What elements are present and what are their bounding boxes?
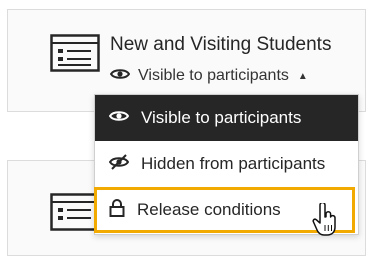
- eye-icon: [109, 67, 131, 86]
- menu-item-label: Release conditions: [137, 200, 281, 219]
- menu-item-visible[interactable]: Visible to participants: [95, 95, 358, 141]
- menu-divider: [101, 187, 352, 188]
- visibility-menu: Visible to participants Hidden from part…: [94, 94, 359, 235]
- document-icon: [50, 193, 100, 231]
- menu-item-label: Visible to participants: [141, 108, 302, 127]
- caret-up-icon: ▲: [297, 70, 308, 82]
- eye-icon: [108, 108, 130, 128]
- visibility-dropdown-button[interactable]: Visible to participants ▲: [109, 64, 308, 88]
- card-title[interactable]: New and Visiting Students: [110, 34, 331, 56]
- lock-icon: [109, 198, 125, 222]
- visibility-label: Visible to participants: [138, 67, 289, 84]
- menu-item-release-conditions[interactable]: Release conditions: [94, 187, 355, 233]
- menu-item-label: Hidden from participants: [141, 154, 326, 173]
- document-icon: [50, 34, 100, 72]
- eye-slash-icon: [108, 153, 130, 175]
- menu-item-hidden[interactable]: Hidden from participants: [95, 141, 358, 187]
